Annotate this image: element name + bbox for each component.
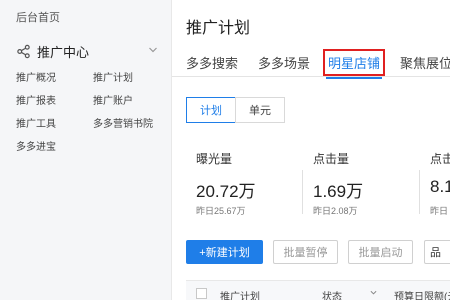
more-button[interactable]: 品: [424, 240, 450, 264]
sidebar-section-promotion[interactable]: 推广中心: [16, 42, 162, 60]
table-header: 推广计划 状态 预算日限额(元: [186, 280, 450, 300]
new-plan-button[interactable]: +新建计划: [186, 240, 263, 264]
stat-value: 1.69万: [313, 182, 364, 201]
stat-divider: [302, 170, 303, 214]
filter-chevron-icon[interactable]: [370, 287, 377, 299]
share-icon: [17, 44, 30, 58]
tab-focus-booth[interactable]: 聚焦展位: [400, 53, 450, 72]
sidebar-item-plans[interactable]: 推广计划: [93, 69, 133, 84]
subtab-plan[interactable]: 计划: [186, 97, 236, 123]
stat-clicks-2: 点击量 8.1 昨日: [430, 150, 450, 220]
page-title: 推广计划: [186, 20, 251, 37]
sidebar-item-account[interactable]: 推广账户: [93, 92, 133, 107]
chevron-down-icon[interactable]: [148, 45, 158, 55]
subtab-unit[interactable]: 单元: [235, 97, 285, 123]
batch-start-button[interactable]: 批量启动: [348, 240, 413, 264]
tab-star-store[interactable]: 明星店铺: [323, 49, 386, 79]
stat-divider: [419, 170, 420, 214]
stat-previous: 昨日: [430, 206, 449, 216]
channel-tabs: 多多搜索 多多场景 明星店铺 聚焦展位: [172, 45, 450, 79]
tab-scene[interactable]: 多多场景: [258, 53, 310, 72]
column-header-plan[interactable]: 推广计划: [220, 288, 260, 300]
batch-pause-button[interactable]: 批量暂停: [273, 240, 338, 264]
stat-label: 点击量: [430, 152, 450, 166]
column-header-budget[interactable]: 预算日限额(元: [394, 288, 450, 300]
sidebar-home-link[interactable]: 后台首页: [16, 9, 60, 25]
sidebar-item-tools[interactable]: 推广工具: [16, 115, 56, 130]
stat-previous: 昨日2.08万: [313, 206, 358, 216]
stat-label: 曝光量: [196, 152, 233, 166]
sidebar-item-academy[interactable]: 多多营销书院: [93, 115, 153, 130]
sidebar-item-jinbao[interactable]: 多多进宝: [16, 138, 56, 153]
stat-value: 8.1: [430, 177, 450, 196]
stat-clicks: 点击量 1.69万 昨日2.08万: [313, 150, 423, 220]
sidebar-item-overview[interactable]: 推广概况: [16, 69, 56, 84]
stat-label: 点击量: [313, 152, 350, 166]
sidebar: 后台首页 推广中心 推广概况 推广计划 推广报表 推广账户 推广工具 多多营销书…: [0, 0, 172, 300]
stat-impressions: 曝光量 20.72万 昨日25.67万: [196, 150, 306, 220]
main-content: 推广计划 多多搜索 多多场景 明星店铺 聚焦展位 计划 单元 曝光量 20.72…: [172, 0, 450, 300]
stat-previous: 昨日25.67万: [196, 206, 246, 216]
sidebar-section-title: 推广中心: [37, 44, 90, 60]
column-header-status[interactable]: 状态: [322, 288, 342, 300]
select-all-checkbox[interactable]: [196, 288, 207, 299]
sidebar-item-reports[interactable]: 推广报表: [16, 92, 56, 107]
tab-search[interactable]: 多多搜索: [186, 53, 238, 72]
stat-value: 20.72万: [196, 182, 256, 201]
view-subtabs: 计划 单元: [186, 97, 286, 123]
